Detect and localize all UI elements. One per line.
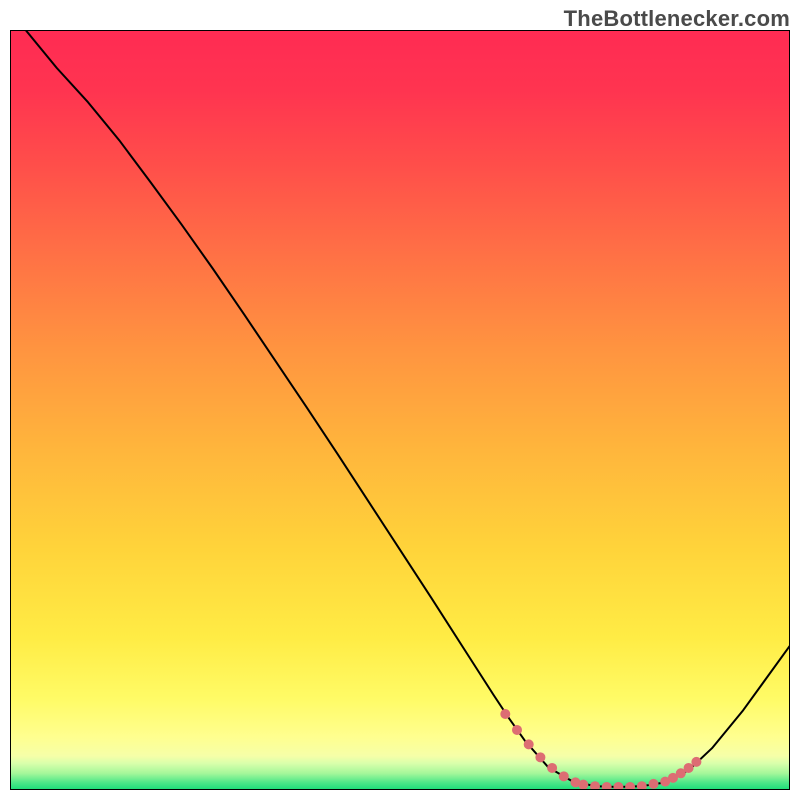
gradient-background xyxy=(10,30,790,790)
optimal-marker-dot xyxy=(512,725,522,735)
watermark: TheBottlenecker.com xyxy=(564,6,790,32)
optimal-marker-dot xyxy=(547,763,557,773)
optimal-marker-dot xyxy=(691,757,701,767)
chart xyxy=(10,30,790,790)
optimal-marker-dot xyxy=(500,709,510,719)
chart-svg xyxy=(10,30,790,790)
optimal-marker-dot xyxy=(578,780,588,790)
optimal-marker-dot xyxy=(684,763,694,773)
optimal-marker-dot xyxy=(524,739,534,749)
optimal-marker-dot xyxy=(535,752,545,762)
chart-container: TheBottlenecker.com xyxy=(0,0,800,800)
optimal-marker-dot xyxy=(559,771,569,781)
optimal-marker-dot xyxy=(649,779,659,789)
